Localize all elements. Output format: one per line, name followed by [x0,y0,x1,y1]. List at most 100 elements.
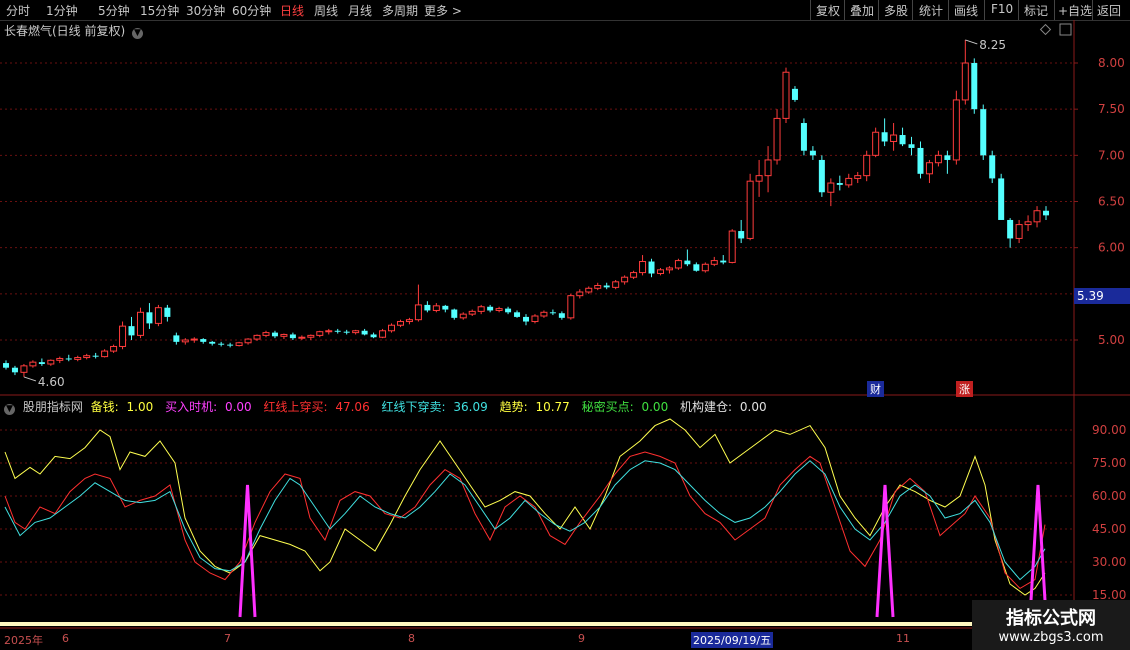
candle-body [200,339,207,342]
indicator-item-3: 红线下穿卖: 36.09 [382,400,492,414]
indicator-item-4: 趋势: 10.77 [500,400,574,414]
candle-body [603,285,610,288]
candle-body [271,332,278,337]
candle-body [495,308,503,311]
candle-body [674,260,682,269]
candle-body [218,343,225,345]
badge-fin[interactable]: 财 [867,381,884,397]
candle-body [3,363,9,368]
candle-body [262,332,270,336]
candle-body [83,355,91,359]
candle-body [523,316,529,322]
candle-body [11,367,18,373]
ind-tick-label: 45.00 [1092,522,1126,536]
candle-body [881,132,888,142]
candle-body [934,154,942,164]
indicator-label: 红线下穿卖: [381,400,450,414]
candle-body [746,180,754,239]
candle-body [665,267,673,271]
indicator-menu-icon[interactable]: ▼ [4,404,15,415]
date-month: 11 [896,632,910,645]
indicator-item-2: 红线上穿买: 47.06 [263,400,373,414]
badge-up[interactable]: 涨 [956,381,973,397]
indicator-value: 0.00 [739,400,767,414]
candle-body [361,330,368,335]
price-tick-label: 7.50 [1098,102,1125,116]
candle-body [863,154,871,177]
candle-body [693,264,700,271]
candle-body [325,330,333,333]
candle-body [854,175,862,179]
candle-body [29,361,37,367]
candle-body [56,357,64,361]
indicator-value: 1.00 [126,400,154,414]
candle-body [818,159,825,193]
date-month: 7 [224,632,231,645]
watermark-url: www.zbgs3.com [998,630,1104,645]
candle-body [720,260,727,263]
indicator-value: 36.09 [453,400,488,414]
candle-body [74,357,82,360]
candle-body [836,183,843,185]
candle-body [154,307,162,324]
candle-body [459,313,467,319]
candle-body [567,295,575,319]
date-month: 9 [578,632,585,645]
candle-body [65,358,72,360]
candle-body [92,355,99,357]
indicator-value: 0.00 [641,400,669,414]
candle-body [316,331,324,336]
candle-body [128,326,135,336]
candle-body [917,147,924,174]
indicator-label: 机构建仓: [680,400,736,414]
date-month: 6 [62,632,69,645]
candle-body [101,350,109,358]
candle-body [227,344,234,346]
candle-body [181,339,189,343]
candle-body [701,263,709,272]
candle-body [343,331,350,333]
candle-body [594,285,602,289]
candle-body [253,334,261,340]
baseline-bar [0,622,1074,626]
candle-body [388,324,396,332]
candle-body [235,342,243,347]
candle-body [1043,210,1049,216]
candle-body [244,338,252,344]
candle-body [280,333,288,337]
diamond-icon [1039,23,1052,36]
ind-tick-label: 30.00 [1092,555,1126,569]
candle-body [773,117,781,161]
price-tick-label: 8.00 [1098,56,1125,70]
candle-body [1007,219,1014,239]
date-axis: 2025年 6 7 8 9 2025/09/19/五 11 [0,630,1130,650]
candle-body [505,308,512,313]
candle-body [47,359,55,365]
candle-body [656,269,664,275]
candle-body [451,309,458,318]
candle-body [961,62,969,101]
candle-body [971,63,978,110]
current-price-tag: 5.39 [1074,288,1130,304]
candle-body [764,159,772,177]
low-price-label: 4.60 [38,375,65,389]
candle-body [800,123,807,151]
indicator-name[interactable]: 股朋指标网 [23,400,83,414]
low-marker [23,376,37,382]
candle-body [710,260,718,265]
candle-body [38,362,45,365]
candle-body [442,305,449,310]
candle-body [173,335,180,342]
kline-chart[interactable]: 8.007.507.006.506.005.008.254.6090.0075.… [0,0,1130,650]
indicator-label: 秘密买点: [581,400,638,414]
candle-body [514,312,521,317]
candle-body [487,306,494,311]
candle-body [1033,210,1041,223]
candle-body [980,109,987,156]
indicator-item-0: 备钱: 1.00 [91,400,158,414]
candle-body [289,334,296,339]
candle-body [899,135,906,145]
candle-body [540,311,548,317]
candle-body [890,134,898,142]
indicator-item-5: 秘密买点: 0.00 [582,400,673,414]
